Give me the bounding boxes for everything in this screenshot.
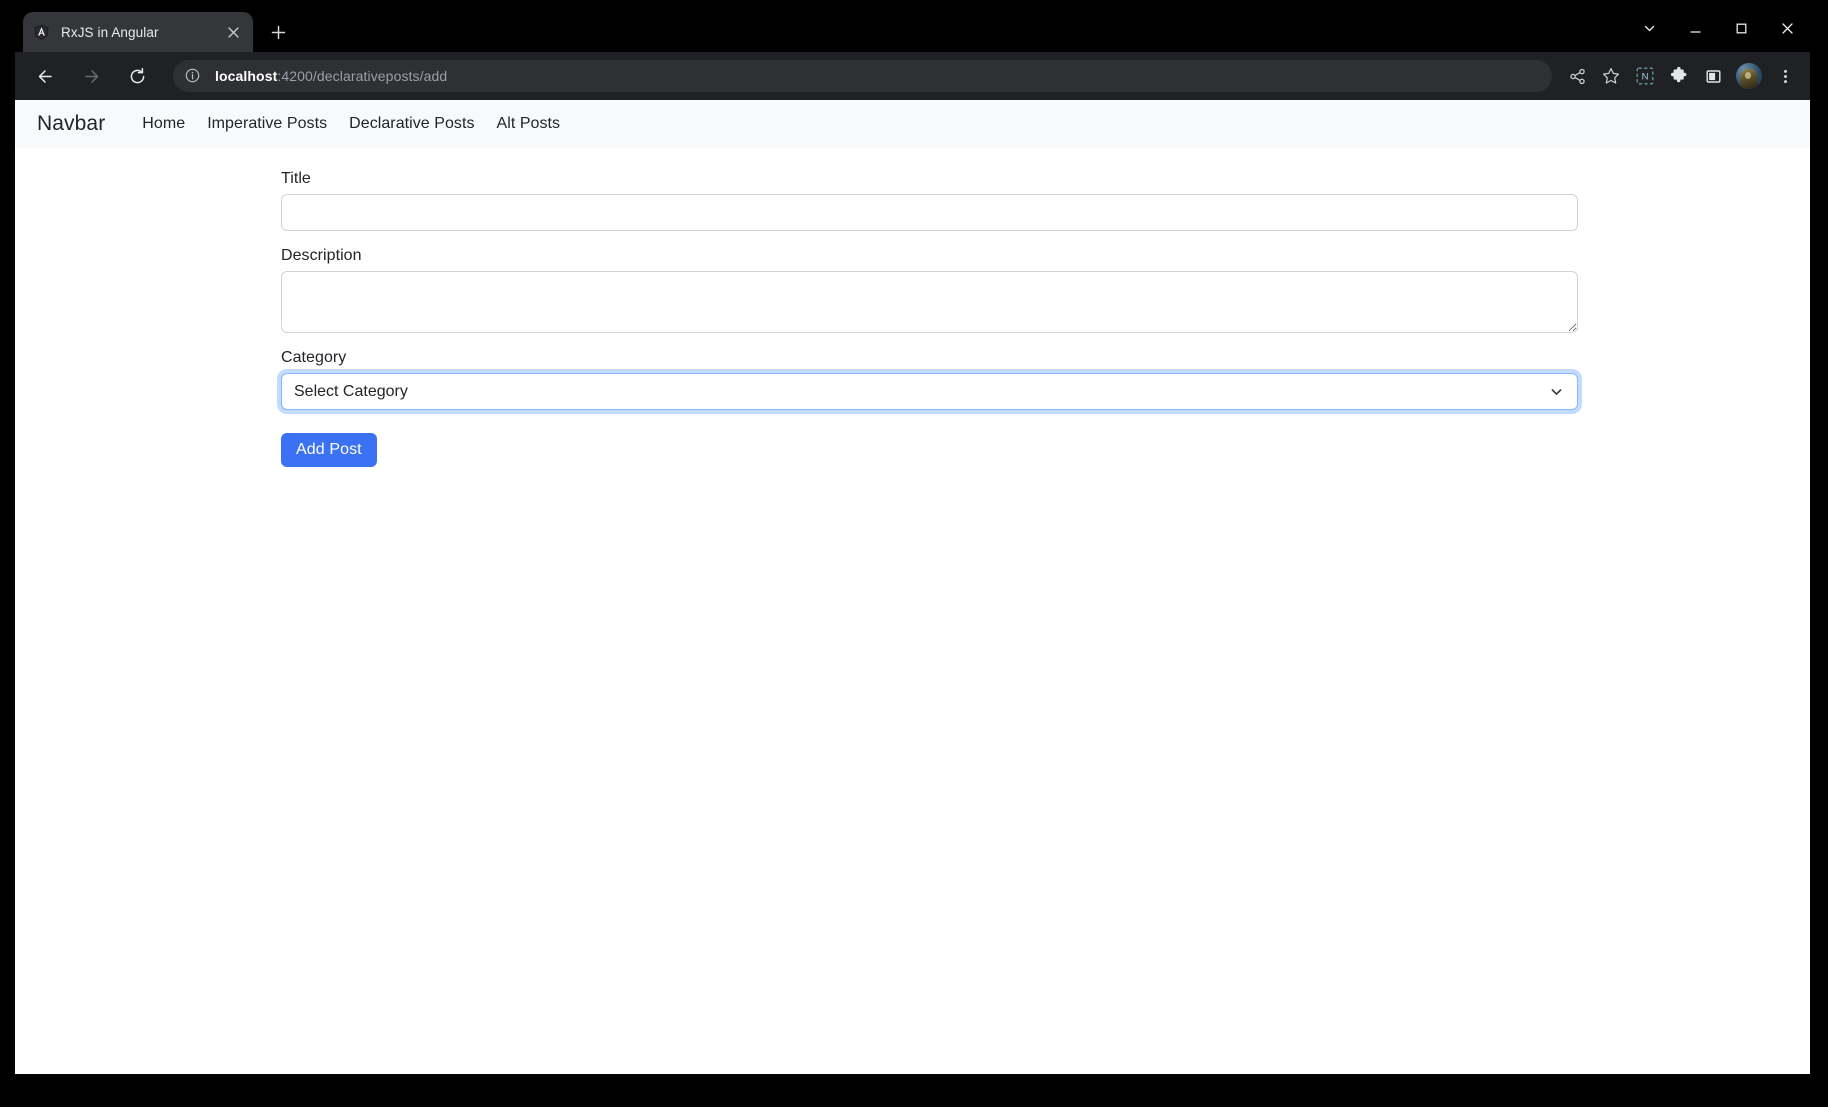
extension-n-icon[interactable]: N	[1628, 59, 1662, 93]
title-label: Title	[281, 170, 311, 187]
add-post-button[interactable]: Add Post	[281, 433, 377, 467]
puzzle-piece-icon[interactable]	[1662, 59, 1696, 93]
description-label: Description	[281, 247, 362, 264]
url-host: localhost	[215, 68, 278, 84]
maximize-icon[interactable]	[1718, 9, 1764, 47]
star-outline-icon[interactable]	[1594, 59, 1628, 93]
add-post-form: Title Description Category Select Catego…	[15, 148, 1810, 467]
app-navbar: Navbar Home Imperative Posts Declarative…	[15, 100, 1810, 148]
toolbar-actions: N	[1560, 59, 1802, 93]
avatar[interactable]	[1736, 63, 1762, 89]
window-controls	[1626, 8, 1810, 48]
category-select[interactable]: Select Category	[281, 373, 1578, 410]
category-label: Category	[281, 349, 347, 366]
address-bar[interactable]: localhost:4200/declarativeposts/add	[173, 60, 1552, 92]
info-circle-icon[interactable]	[185, 68, 202, 85]
browser-window: RxJS in Angular localhost:4200/declarati…	[15, 8, 1810, 1074]
description-field-group: Description	[281, 247, 1578, 333]
url-path: :4200/declarativeposts/add	[277, 68, 448, 84]
nav-link-imperative-posts[interactable]: Imperative Posts	[196, 115, 338, 133]
window-close-icon[interactable]	[1764, 9, 1810, 47]
page-viewport: Navbar Home Imperative Posts Declarative…	[15, 100, 1810, 1074]
chevron-down-icon[interactable]	[1626, 9, 1672, 47]
description-textarea[interactable]	[281, 271, 1578, 333]
tab-strip: RxJS in Angular	[15, 8, 1810, 52]
tab-title: RxJS in Angular	[61, 24, 159, 40]
nav-link-declarative-posts[interactable]: Declarative Posts	[338, 115, 485, 133]
browser-toolbar: localhost:4200/declarativeposts/add N	[15, 52, 1810, 100]
browser-tab[interactable]: RxJS in Angular	[23, 12, 253, 52]
three-dot-menu-icon[interactable]	[1768, 59, 1802, 93]
category-field-group: Category Select Category	[281, 349, 1578, 410]
side-panel-icon[interactable]	[1696, 59, 1730, 93]
title-field-group: Title	[281, 170, 1578, 231]
back-button[interactable]	[29, 60, 62, 93]
minimize-icon[interactable]	[1672, 9, 1718, 47]
nav-link-home[interactable]: Home	[131, 115, 196, 133]
navbar-links: Home Imperative Posts Declarative Posts …	[131, 115, 571, 133]
svg-text:N: N	[1642, 72, 1649, 83]
forward-button[interactable]	[75, 60, 108, 93]
navbar-brand[interactable]: Navbar	[37, 112, 105, 136]
address-bar-url: localhost:4200/declarativeposts/add	[215, 68, 447, 84]
title-input[interactable]	[281, 194, 1578, 231]
share-icon[interactable]	[1560, 59, 1594, 93]
tab-close-icon[interactable]	[223, 22, 243, 42]
reload-button[interactable]	[121, 60, 154, 93]
angular-shield-icon	[33, 24, 50, 41]
nav-link-alt-posts[interactable]: Alt Posts	[486, 115, 572, 133]
new-tab-button[interactable]	[263, 17, 293, 47]
